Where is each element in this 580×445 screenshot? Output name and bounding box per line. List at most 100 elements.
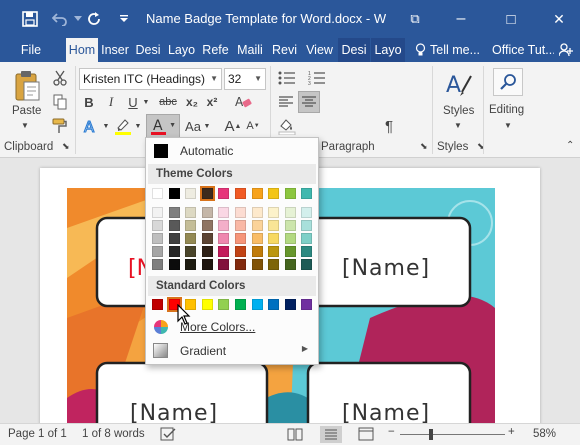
theme-shade-swatch[interactable] (185, 259, 197, 270)
share-icon[interactable] (556, 38, 576, 62)
grow-font-button[interactable]: A ▲ (224, 116, 242, 136)
theme-color-swatch[interactable] (301, 188, 313, 199)
word-count[interactable]: 1 of 8 words (82, 428, 145, 440)
font-color-button[interactable]: A ▼ (146, 114, 180, 138)
strikethrough-button[interactable]: abc (156, 93, 180, 111)
theme-color-swatch[interactable] (152, 188, 163, 199)
tab-references[interactable]: Refe (200, 38, 231, 62)
format-painter-icon[interactable] (50, 116, 70, 136)
underline-dropdown-icon[interactable]: ▼ (143, 93, 150, 111)
standard-color-swatch[interactable] (201, 299, 213, 310)
theme-shade-swatch[interactable] (218, 259, 230, 270)
collapse-ribbon-icon[interactable]: ⌃ (566, 140, 574, 151)
clear-formatting-icon[interactable]: A (232, 93, 254, 111)
theme-shade-swatch[interactable] (301, 220, 313, 231)
theme-color-swatch[interactable] (251, 188, 263, 199)
customize-toolbar-icon[interactable] (114, 9, 134, 29)
theme-color-swatch[interactable] (284, 188, 296, 199)
theme-shade-swatch[interactable] (185, 233, 197, 244)
maximize-button[interactable]: □ (494, 4, 528, 34)
theme-shade-swatch[interactable] (235, 233, 246, 244)
theme-shade-swatch[interactable] (235, 259, 246, 270)
tab-view[interactable]: View (303, 38, 336, 62)
theme-shade-swatch[interactable] (284, 246, 296, 257)
tab-table-design[interactable]: Desi (338, 38, 370, 62)
tab-insert[interactable]: Inser (100, 38, 130, 62)
theme-shade-swatch[interactable] (185, 220, 197, 231)
theme-color-swatch[interactable] (268, 188, 280, 199)
ribbon-display-options-button[interactable]: ⧉ (398, 4, 432, 34)
theme-shade-swatch[interactable] (185, 207, 197, 218)
copy-icon[interactable] (50, 92, 70, 112)
change-case-button[interactable]: Aa (182, 116, 204, 136)
text-effects-dropdown-icon[interactable]: ▼ (103, 116, 110, 136)
theme-shade-swatch[interactable] (284, 233, 296, 244)
tab-layout[interactable]: Layo (166, 38, 197, 62)
tab-file[interactable]: File (14, 38, 48, 62)
styles-icon[interactable]: A (442, 68, 476, 102)
highlight-dropdown-icon[interactable]: ▼ (135, 116, 142, 136)
theme-shade-swatch[interactable] (168, 220, 180, 231)
text-effects-icon[interactable]: A (80, 116, 102, 136)
theme-shade-swatch[interactable] (301, 259, 313, 270)
theme-shade-swatch[interactable] (251, 207, 263, 218)
page-count[interactable]: Page 1 of 1 (8, 428, 67, 440)
theme-shade-swatch[interactable] (168, 259, 180, 270)
cut-icon[interactable] (50, 68, 70, 88)
clipboard-launcher-icon[interactable]: ⬊ (62, 141, 70, 152)
show-formatting-button[interactable]: ¶ (380, 116, 398, 136)
tell-me-search[interactable]: Tell me... (430, 38, 484, 62)
zoom-slider-track[interactable] (400, 434, 505, 435)
subscript-button[interactable]: x₂ (183, 93, 201, 111)
zoom-in-button[interactable]: + (508, 426, 515, 438)
tab-mailings[interactable]: Maili (234, 38, 266, 62)
repeat-icon[interactable] (84, 9, 104, 29)
read-mode-icon[interactable] (287, 427, 303, 444)
paste-icon[interactable] (10, 68, 44, 104)
web-layout-icon[interactable] (358, 427, 374, 444)
theme-shade-swatch[interactable] (218, 233, 230, 244)
find-icon[interactable] (493, 68, 523, 96)
minimize-button[interactable]: – (444, 4, 478, 34)
theme-shade-swatch[interactable] (168, 233, 180, 244)
theme-color-swatch[interactable] (235, 188, 246, 199)
change-case-dropdown-icon[interactable]: ▼ (204, 116, 211, 136)
theme-shade-swatch[interactable] (235, 220, 246, 231)
tab-design[interactable]: Desi (133, 38, 163, 62)
tab-office-tutorials[interactable]: Office Tut... (492, 38, 554, 62)
theme-shade-swatch[interactable] (168, 246, 180, 257)
theme-shade-swatch[interactable] (268, 259, 280, 270)
theme-shade-swatch[interactable] (251, 220, 263, 231)
font-color-dropdown-icon[interactable]: ▼ (169, 122, 176, 129)
theme-shade-swatch[interactable] (201, 246, 213, 257)
shrink-font-button[interactable]: A ▼ (244, 116, 262, 136)
paragraph-launcher-icon[interactable]: ⬊ (420, 141, 428, 152)
theme-shade-swatch[interactable] (301, 207, 313, 218)
bold-button[interactable]: B (80, 93, 98, 111)
theme-shade-swatch[interactable] (251, 259, 263, 270)
zoom-out-button[interactable]: − (388, 426, 395, 438)
tab-review[interactable]: Revi (269, 38, 300, 62)
theme-color-swatch[interactable] (185, 188, 197, 199)
theme-shade-swatch[interactable] (201, 220, 213, 231)
automatic-color-item[interactable]: Automatic (148, 140, 316, 162)
theme-shade-swatch[interactable] (152, 207, 163, 218)
proofing-icon[interactable] (160, 427, 176, 444)
standard-color-swatch[interactable] (235, 299, 246, 310)
theme-shade-swatch[interactable] (168, 207, 180, 218)
theme-shade-swatch[interactable] (201, 207, 213, 218)
theme-shade-swatch[interactable] (301, 233, 313, 244)
close-button[interactable]: ✕ (542, 4, 576, 34)
styles-label[interactable]: Styles (443, 105, 474, 117)
underline-button[interactable]: U (124, 93, 142, 111)
theme-shade-swatch[interactable] (152, 233, 163, 244)
theme-shade-swatch[interactable] (218, 207, 230, 218)
zoom-level[interactable]: 58% (533, 428, 556, 440)
theme-shade-swatch[interactable] (251, 246, 263, 257)
italic-button[interactable]: I (102, 93, 120, 111)
theme-color-swatch[interactable] (168, 188, 180, 199)
theme-shade-swatch[interactable] (218, 246, 230, 257)
theme-shade-swatch[interactable] (235, 246, 246, 257)
save-icon[interactable] (20, 9, 40, 29)
superscript-button[interactable]: x² (203, 93, 221, 111)
